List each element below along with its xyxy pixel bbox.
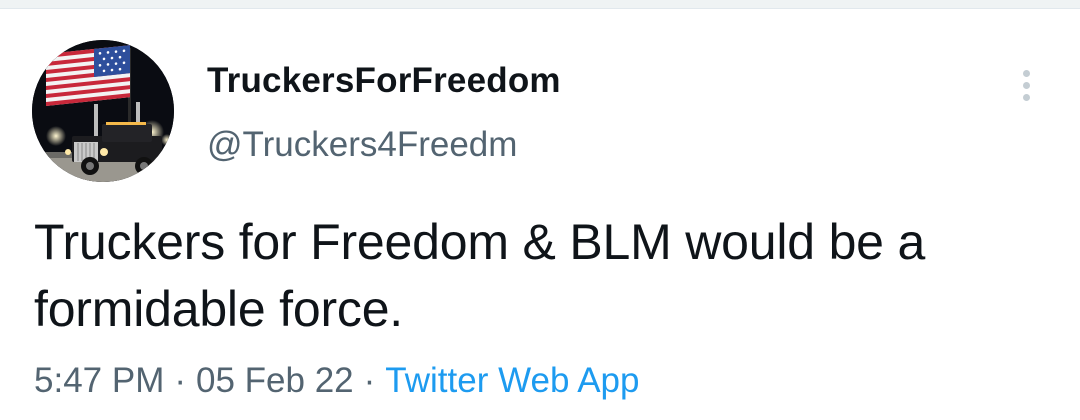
more-dot bbox=[1022, 93, 1030, 101]
avatar[interactable] bbox=[32, 40, 174, 182]
tweet-date[interactable]: 05 Feb 22 bbox=[196, 361, 354, 400]
tweet-meta: 5:47 PM · 05 Feb 22 · Twitter Web App bbox=[34, 361, 640, 401]
meta-separator: · bbox=[174, 361, 187, 400]
tweet-time[interactable]: 5:47 PM bbox=[34, 361, 164, 400]
author-handle[interactable]: @Truckers4Freedm bbox=[207, 125, 561, 165]
tweet-text: Truckers for Freedom & BLM would be a fo… bbox=[34, 214, 926, 337]
more-dot bbox=[1022, 81, 1030, 89]
author-display-name[interactable]: TruckersForFreedom bbox=[207, 61, 561, 101]
more-options-icon[interactable] bbox=[1010, 65, 1042, 105]
tweet-card: TruckersForFreedom @Truckers4Freedm Truc… bbox=[0, 9, 1080, 420]
author-block: TruckersForFreedom @Truckers4Freedm bbox=[207, 61, 561, 165]
top-divider bbox=[0, 0, 1080, 9]
truck-flag-avatar-image bbox=[32, 40, 174, 182]
meta-separator: · bbox=[363, 361, 376, 400]
more-dot bbox=[1022, 69, 1030, 77]
tweet-source-link[interactable]: Twitter Web App bbox=[385, 361, 639, 400]
